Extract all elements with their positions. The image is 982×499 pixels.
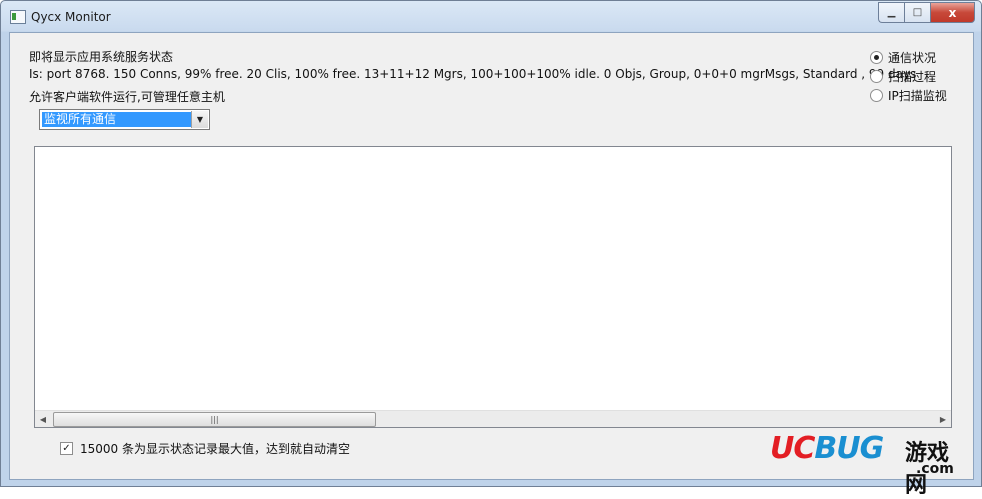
radio-label: 通信状况 [888,51,937,65]
radio-selected-icon[interactable] [870,51,883,64]
close-button[interactable]: x [930,2,975,23]
scrollbar-thumb[interactable]: ||| [53,412,376,427]
window-title: Qycx Monitor [31,10,111,24]
permission-text: 允许客户端软件运行,可管理任意主机 [29,90,225,104]
horizontal-scrollbar[interactable]: ◀ ||| ▶ [35,410,951,427]
radio-scan-process[interactable]: 扫描过程 [870,68,936,85]
title-bar[interactable]: Qycx Monitor ▁ □ x [1,1,981,33]
app-window: Qycx Monitor ▁ □ x 即将显示应用系统服务状态 Is: port… [0,0,982,498]
status-log-list[interactable]: ◀ ||| ▶ [34,146,952,428]
filter-dropdown[interactable]: 监视所有通信 ▼ [39,109,210,130]
radio-ip-scan-monitor[interactable]: IP扫描监视 [870,87,947,104]
auto-clear-option[interactable]: ✓ 15000 条为显示状态记录最大值，达到就自动清空 [60,440,350,457]
scroll-right-icon[interactable]: ▶ [935,411,951,427]
watermark-brand: UCBUG [770,431,884,466]
minimize-button[interactable]: ▁ [878,2,904,23]
filter-selected-value: 监视所有通信 [42,112,192,127]
auto-clear-checkbox[interactable]: ✓ [60,442,73,455]
maximize-button[interactable]: □ [904,2,930,23]
auto-clear-label: 15000 条为显示状态记录最大值，达到就自动清空 [80,442,350,456]
scroll-left-icon[interactable]: ◀ [35,411,51,427]
client-area: 即将显示应用系统服务状态 Is: port 8768. 150 Conns, 9… [9,32,974,498]
status-heading: 即将显示应用系统服务状态 [29,50,174,64]
caption-buttons: ▁ □ x [878,2,975,23]
radio-icon[interactable] [870,89,883,102]
radio-label: 扫描过程 [888,70,937,84]
dropdown-arrow-icon[interactable]: ▼ [191,111,208,128]
close-icon: x [948,5,957,20]
status-info: Is: port 8768. 150 Conns, 99% free. 20 C… [29,67,917,81]
app-icon [10,10,26,24]
site-logo-watermark: UCBUG 游戏网 .com [770,431,970,498]
radio-label: IP扫描监视 [888,89,947,103]
watermark-domain: .com [916,461,954,477]
radio-icon[interactable] [870,70,883,83]
maximize-icon: □ [912,7,923,18]
minimize-icon: ▁ [887,7,896,18]
radio-comm-status[interactable]: 通信状况 [870,49,936,66]
